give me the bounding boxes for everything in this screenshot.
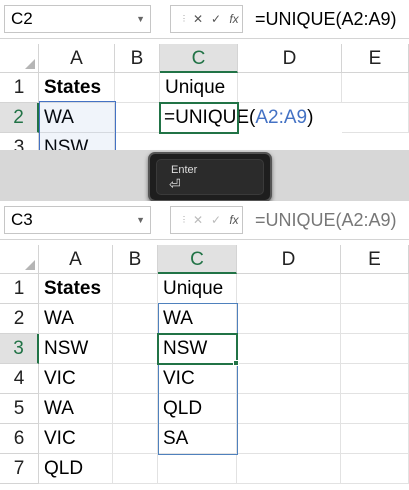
column-header-d[interactable]: D xyxy=(238,44,342,73)
cell-b2[interactable] xyxy=(113,304,158,334)
cell-e1[interactable] xyxy=(341,274,409,304)
cell-c1[interactable]: Unique xyxy=(158,274,237,304)
cell-e5[interactable] xyxy=(341,394,409,424)
cell-d2[interactable] xyxy=(237,304,341,334)
bottom-spreadsheet-panel: C3 ▼ ⋮ ✕ ✓ fx =UNIQUE(A2:A9) A B C D E 1… xyxy=(0,201,409,490)
cell-d1[interactable] xyxy=(238,73,342,103)
row-header-5[interactable]: 5 xyxy=(0,394,39,424)
cell-a1[interactable]: States xyxy=(39,73,115,103)
cell-e2[interactable] xyxy=(341,304,409,334)
divider xyxy=(0,38,409,39)
confirm-icon[interactable]: ✓ xyxy=(207,207,225,233)
row-header-2[interactable]: 2 xyxy=(0,103,39,133)
cell-b2[interactable] xyxy=(115,103,160,133)
cell-b7[interactable] xyxy=(113,454,158,484)
select-all-corner[interactable] xyxy=(0,245,39,274)
row-header-3[interactable]: 3 xyxy=(0,334,39,364)
enter-key-label: Enter xyxy=(171,164,198,176)
insert-function-icon[interactable]: fx xyxy=(225,207,243,233)
cell-d5[interactable] xyxy=(237,394,341,424)
active-cell-border xyxy=(159,102,239,134)
cell-a7[interactable]: QLD xyxy=(39,454,113,484)
fill-handle[interactable] xyxy=(233,360,239,366)
enter-key: Enter ⏎ xyxy=(148,152,272,202)
name-box[interactable]: C2 ▼ xyxy=(4,5,151,33)
cell-b5[interactable] xyxy=(113,394,158,424)
cancel-icon[interactable]: ✕ xyxy=(189,6,207,32)
cell-e1[interactable] xyxy=(342,73,409,103)
column-header-a[interactable]: A xyxy=(39,245,113,274)
formula-buttons: ⋮ ✕ ✓ fx xyxy=(170,5,243,33)
cell-b3[interactable] xyxy=(113,334,158,364)
cell-d6[interactable] xyxy=(237,424,341,454)
cell-e4[interactable] xyxy=(341,364,409,394)
top-spreadsheet-panel: C2 ▼ ⋮ ✕ ✓ fx =UNIQUE(A2:A9) A B C D E 1… xyxy=(0,0,409,150)
divider xyxy=(0,239,409,240)
column-header-b[interactable]: B xyxy=(113,245,158,274)
formula-bar: C3 ▼ ⋮ ✕ ✓ fx =UNIQUE(A2:A9) xyxy=(0,201,409,239)
spill-range-border xyxy=(158,303,238,455)
return-arrow-icon: ⏎ xyxy=(169,176,181,192)
cell-b1[interactable] xyxy=(115,73,160,103)
cell-d7[interactable] xyxy=(237,454,341,484)
name-box-value: C3 xyxy=(11,210,33,229)
cell-c7[interactable] xyxy=(158,454,237,484)
cell-e7[interactable] xyxy=(341,454,409,484)
cell-a4[interactable]: VIC xyxy=(39,364,113,394)
row-header-7[interactable]: 7 xyxy=(0,454,39,484)
row-header-1[interactable]: 1 xyxy=(0,274,39,304)
cell-a6[interactable]: VIC xyxy=(39,424,113,454)
column-header-e[interactable]: E xyxy=(342,44,409,73)
column-header-c[interactable]: C xyxy=(158,245,237,274)
range-reference: A2:A9 xyxy=(255,107,308,128)
cell-e3[interactable] xyxy=(341,334,409,364)
formula-buttons: ⋮ ✕ ✓ fx xyxy=(170,206,243,234)
cell-a5[interactable]: WA xyxy=(39,394,113,424)
column-header-c[interactable]: C xyxy=(160,44,238,73)
formula-bar: C2 ▼ ⋮ ✕ ✓ fx =UNIQUE(A2:A9) xyxy=(0,0,409,38)
formula-suffix: ) xyxy=(307,107,314,128)
cell-a1[interactable]: States xyxy=(39,274,113,304)
name-box-value: C2 xyxy=(11,9,33,28)
active-cell-border xyxy=(157,333,238,365)
cell-b1[interactable] xyxy=(113,274,158,304)
confirm-icon[interactable]: ✓ xyxy=(207,6,225,32)
cell-d4[interactable] xyxy=(237,364,341,394)
formula-input[interactable]: =UNIQUE(A2:A9) xyxy=(255,206,397,234)
row-header-6[interactable]: 6 xyxy=(0,424,39,454)
name-box[interactable]: C3 ▼ xyxy=(4,206,151,234)
cell-b6[interactable] xyxy=(113,424,158,454)
column-header-e[interactable]: E xyxy=(341,245,409,274)
cell-e2[interactable] xyxy=(342,103,409,133)
column-header-b[interactable]: B xyxy=(115,44,160,73)
formula-input[interactable]: =UNIQUE(A2:A9) xyxy=(255,5,397,33)
cell-d1[interactable] xyxy=(237,274,341,304)
cell-c1[interactable]: Unique xyxy=(160,73,238,103)
column-header-a[interactable]: A xyxy=(39,44,115,73)
row-header-2[interactable]: 2 xyxy=(0,304,39,334)
row-header-4[interactable]: 4 xyxy=(0,364,39,394)
insert-function-icon[interactable]: fx xyxy=(225,6,243,32)
column-header-d[interactable]: D xyxy=(237,245,341,274)
referenced-range-highlight xyxy=(39,101,116,150)
select-all-corner[interactable] xyxy=(0,44,39,73)
cancel-icon[interactable]: ✕ xyxy=(189,207,207,233)
row-header-3[interactable]: 3 xyxy=(0,133,39,150)
cell-a3[interactable]: NSW xyxy=(39,334,113,364)
cell-d3[interactable] xyxy=(237,334,341,364)
cell-e6[interactable] xyxy=(341,424,409,454)
row-header-1[interactable]: 1 xyxy=(0,73,39,103)
chevron-down-icon[interactable]: ▼ xyxy=(136,6,145,32)
chevron-down-icon[interactable]: ▼ xyxy=(136,207,145,233)
cell-a2[interactable]: WA xyxy=(39,304,113,334)
cell-b4[interactable] xyxy=(113,364,158,394)
